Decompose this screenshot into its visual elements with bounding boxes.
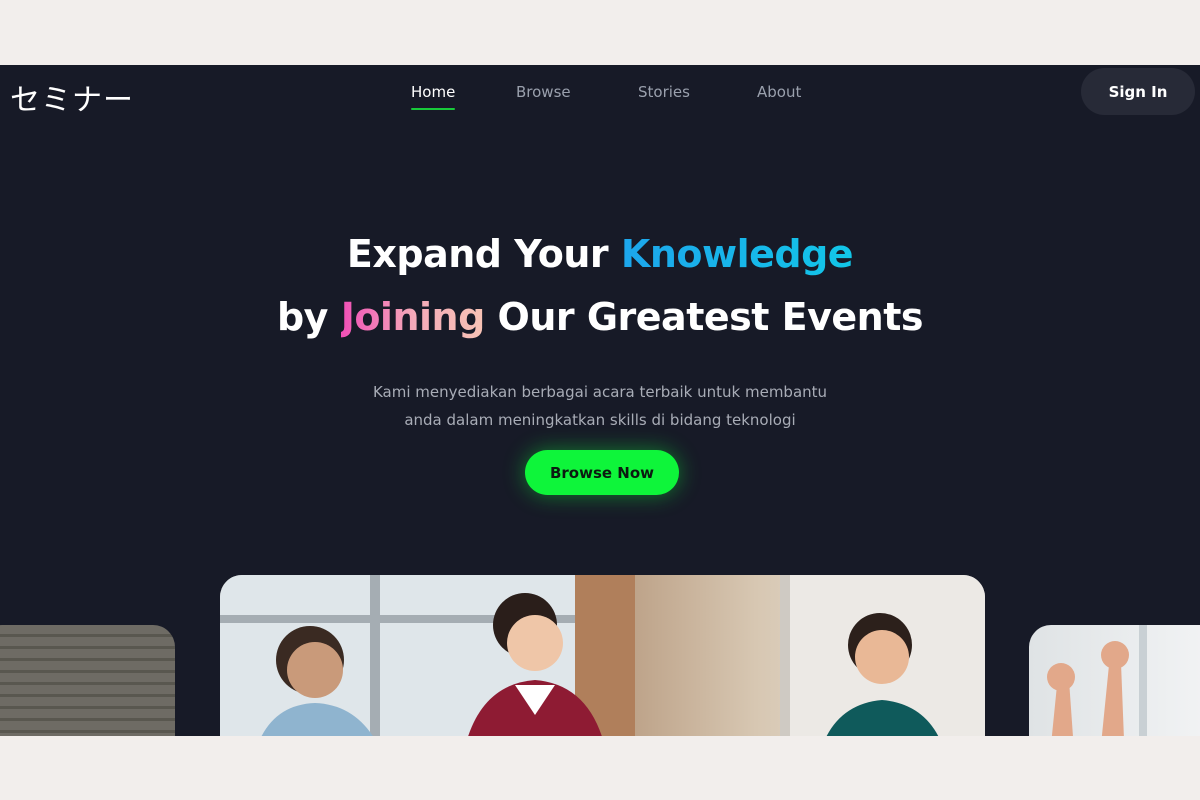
headline-accent-knowledge: Knowledge xyxy=(620,232,854,276)
nav-link-about[interactable]: About xyxy=(757,83,801,101)
hero-subtitle-line2: anda dalam meningkatkan skills di bidang… xyxy=(404,411,796,429)
event-photo-main xyxy=(220,575,985,736)
nav-link-stories[interactable]: Stories xyxy=(638,83,690,101)
nav-link-browse[interactable]: Browse xyxy=(516,83,571,101)
headline-text: Expand Your xyxy=(346,232,621,276)
headline-text: Our Greatest Events xyxy=(484,295,924,339)
landing-page: セミナー Home Browse Stories About Sign In E… xyxy=(0,65,1200,736)
hero-headline-line2: by Joining Our Greatest Events xyxy=(0,295,1200,339)
sign-in-button[interactable]: Sign In xyxy=(1081,68,1195,115)
event-photo-right xyxy=(1029,625,1200,736)
browse-now-button[interactable]: Browse Now xyxy=(525,450,679,495)
brand-logo[interactable]: セミナー xyxy=(10,75,134,119)
hero-headline-line1: Expand Your Knowledge xyxy=(0,232,1200,276)
headline-text: by xyxy=(276,295,341,339)
headline-accent-joining: Joining xyxy=(340,295,486,339)
hero-subtitle-line1: Kami menyediakan berbagai acara terbaik … xyxy=(372,383,828,401)
people-illustration xyxy=(220,575,985,736)
event-photo-left xyxy=(0,625,175,736)
raised-hands-illustration xyxy=(1047,625,1147,736)
nav-active-indicator xyxy=(411,83,455,113)
